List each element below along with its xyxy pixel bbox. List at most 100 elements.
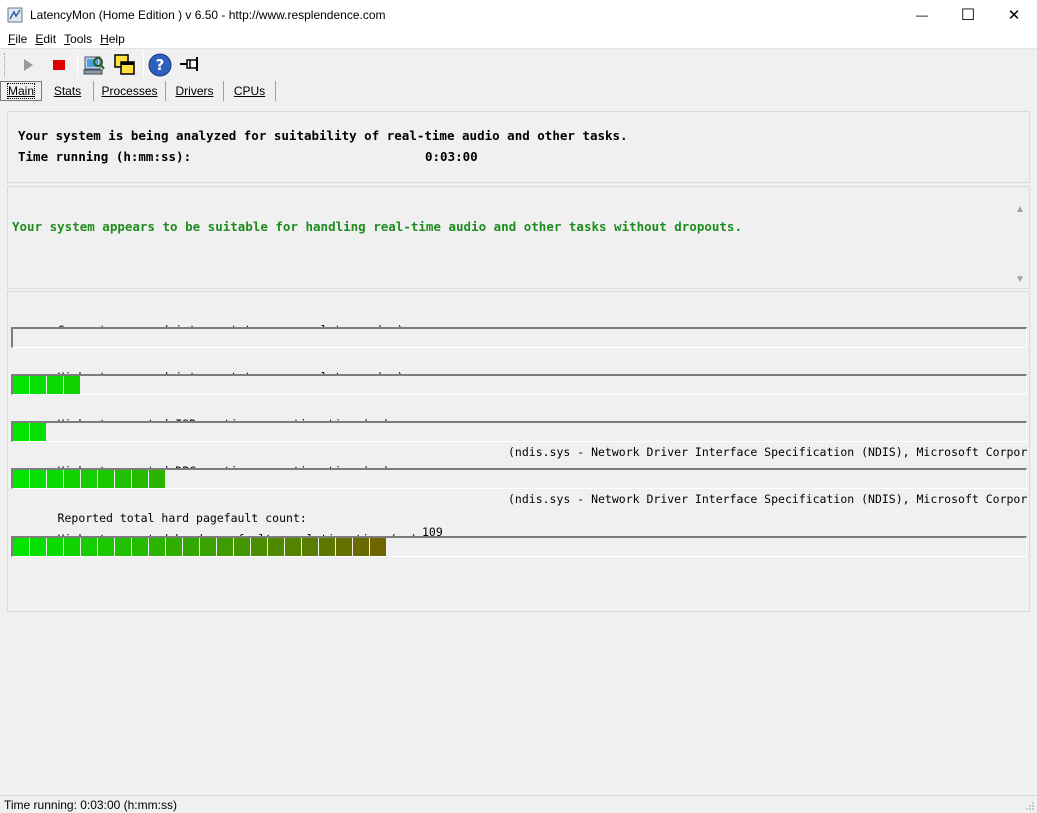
bar-segment: [132, 538, 149, 556]
bar-segment: [251, 538, 268, 556]
bar-segment: [302, 538, 319, 556]
stop-icon: [53, 60, 65, 70]
toolbar-separator: [77, 53, 78, 77]
help-button[interactable]: ?: [147, 52, 173, 78]
windows-icon: [114, 54, 135, 75]
dpc-bar: [11, 468, 1027, 489]
pagefault-time-bar: [11, 536, 1027, 557]
verdict-text: Your system appears to be suitable for h…: [12, 219, 742, 234]
bar-segment: [64, 376, 81, 394]
time-running-label: Time running (h:mm:ss):: [18, 149, 192, 164]
close-button[interactable]: ✕: [991, 0, 1037, 30]
menu-edit[interactable]: Edit: [32, 32, 59, 46]
minimize-icon: —: [916, 8, 928, 22]
bar-segment: [47, 470, 64, 488]
tab-stats[interactable]: Stats: [42, 81, 94, 101]
verdict-textbox[interactable]: Your system appears to be suitable for h…: [8, 201, 1012, 287]
latencymon-app-icon: [7, 7, 23, 23]
bar-segment: [234, 538, 251, 556]
analyze-button[interactable]: [81, 52, 107, 78]
resize-grip-icon[interactable]: [1025, 801, 1035, 811]
bar-segment: [200, 538, 217, 556]
bar-segment: [13, 538, 30, 556]
metric-driver-info: (ndis.sys - Network Driver Interface Spe…: [508, 445, 1028, 459]
bar-fill: [13, 470, 166, 488]
menu-tools[interactable]: Tools: [61, 32, 95, 46]
bar-segment: [319, 538, 336, 556]
close-icon: ✕: [1007, 7, 1021, 24]
bar-segment: [98, 470, 115, 488]
toolbar: ?: [0, 50, 1037, 80]
minimize-button[interactable]: —: [899, 0, 945, 30]
menu-file[interactable]: File: [5, 32, 30, 46]
toolbar-separator: [143, 53, 144, 77]
bar-segment: [115, 470, 132, 488]
bar-segment: [13, 376, 30, 394]
tab-processes[interactable]: Processes: [94, 81, 166, 101]
bar-segment: [370, 538, 387, 556]
bar-segment: [81, 470, 98, 488]
pin-icon: [180, 57, 198, 71]
bar-segment: [30, 538, 47, 556]
analysis-status-text: Your system is being analyzed for suitab…: [18, 128, 628, 143]
latencymon-window: LatencyMon (Home Edition ) v 6.50 - http…: [0, 0, 1037, 813]
scroll-down-icon[interactable]: ▼: [1011, 271, 1029, 287]
tab-drivers[interactable]: Drivers: [166, 81, 224, 101]
isr-bar: [11, 421, 1027, 442]
current-latency-bar: [11, 327, 1027, 348]
tab-main[interactable]: Main: [0, 81, 42, 101]
bar-segment: [353, 538, 370, 556]
verdict-panel: Your system appears to be suitable for h…: [7, 186, 1030, 289]
highest-latency-bar: [11, 374, 1027, 395]
bar-segment: [47, 376, 64, 394]
analyze-icon: [83, 56, 105, 75]
bar-segment: [217, 538, 234, 556]
help-icon: ?: [148, 53, 172, 77]
bar-segment: [268, 538, 285, 556]
bar-segment: [336, 538, 353, 556]
window-title: LatencyMon (Home Edition ) v 6.50 - http…: [30, 8, 386, 22]
bar-segment: [13, 470, 30, 488]
bar-segment: [81, 538, 98, 556]
bar-segment: [64, 538, 81, 556]
play-icon: [24, 59, 33, 71]
bar-segment: [285, 538, 302, 556]
analysis-status-panel: Your system is being analyzed for suitab…: [7, 111, 1030, 183]
menu-bar: File Edit Tools Help: [0, 30, 1037, 49]
title-bar[interactable]: LatencyMon (Home Edition ) v 6.50 - http…: [0, 0, 1037, 30]
scroll-up-icon[interactable]: ▲: [1011, 201, 1029, 217]
time-running-value: 0:03:00: [425, 149, 478, 164]
pin-button[interactable]: [178, 52, 204, 78]
menu-help[interactable]: Help: [97, 32, 128, 46]
verdict-scrollbar[interactable]: ▲ ▼: [1011, 201, 1029, 287]
bar-segment: [115, 538, 132, 556]
bar-segment: [166, 538, 183, 556]
metrics-panel: Current measured interrupt to process la…: [7, 291, 1030, 612]
bar-segment: [30, 376, 47, 394]
bar-segment: [30, 470, 47, 488]
metric-driver-info: (ndis.sys - Network Driver Interface Spe…: [508, 492, 1028, 506]
stop-button[interactable]: [46, 52, 72, 78]
windows-button[interactable]: [112, 52, 138, 78]
tab-cpus[interactable]: CPUs: [224, 81, 276, 101]
status-bar-text: Time running: 0:03:00 (h:mm:ss): [4, 797, 177, 812]
bar-segment: [98, 538, 115, 556]
bar-segment: [30, 423, 47, 441]
bar-segment: [13, 423, 30, 441]
bar-fill: [13, 423, 47, 441]
bar-segment: [47, 538, 64, 556]
bar-fill: [13, 538, 387, 556]
maximize-icon: ☐: [960, 7, 976, 24]
bar-segment: [183, 538, 200, 556]
tab-strip: Main Stats Processes Drivers CPUs: [0, 80, 276, 102]
bar-segment: [64, 470, 81, 488]
start-button[interactable]: [15, 52, 41, 78]
bar-segment: [149, 470, 166, 488]
bar-segment: [132, 470, 149, 488]
status-bar: Time running: 0:03:00 (h:mm:ss): [0, 795, 1037, 813]
bar-fill: [13, 376, 81, 394]
maximize-button[interactable]: ☐: [945, 0, 991, 30]
svg-text:?: ?: [156, 56, 165, 74]
bar-segment: [149, 538, 166, 556]
toolbar-grip[interactable]: [4, 53, 7, 77]
